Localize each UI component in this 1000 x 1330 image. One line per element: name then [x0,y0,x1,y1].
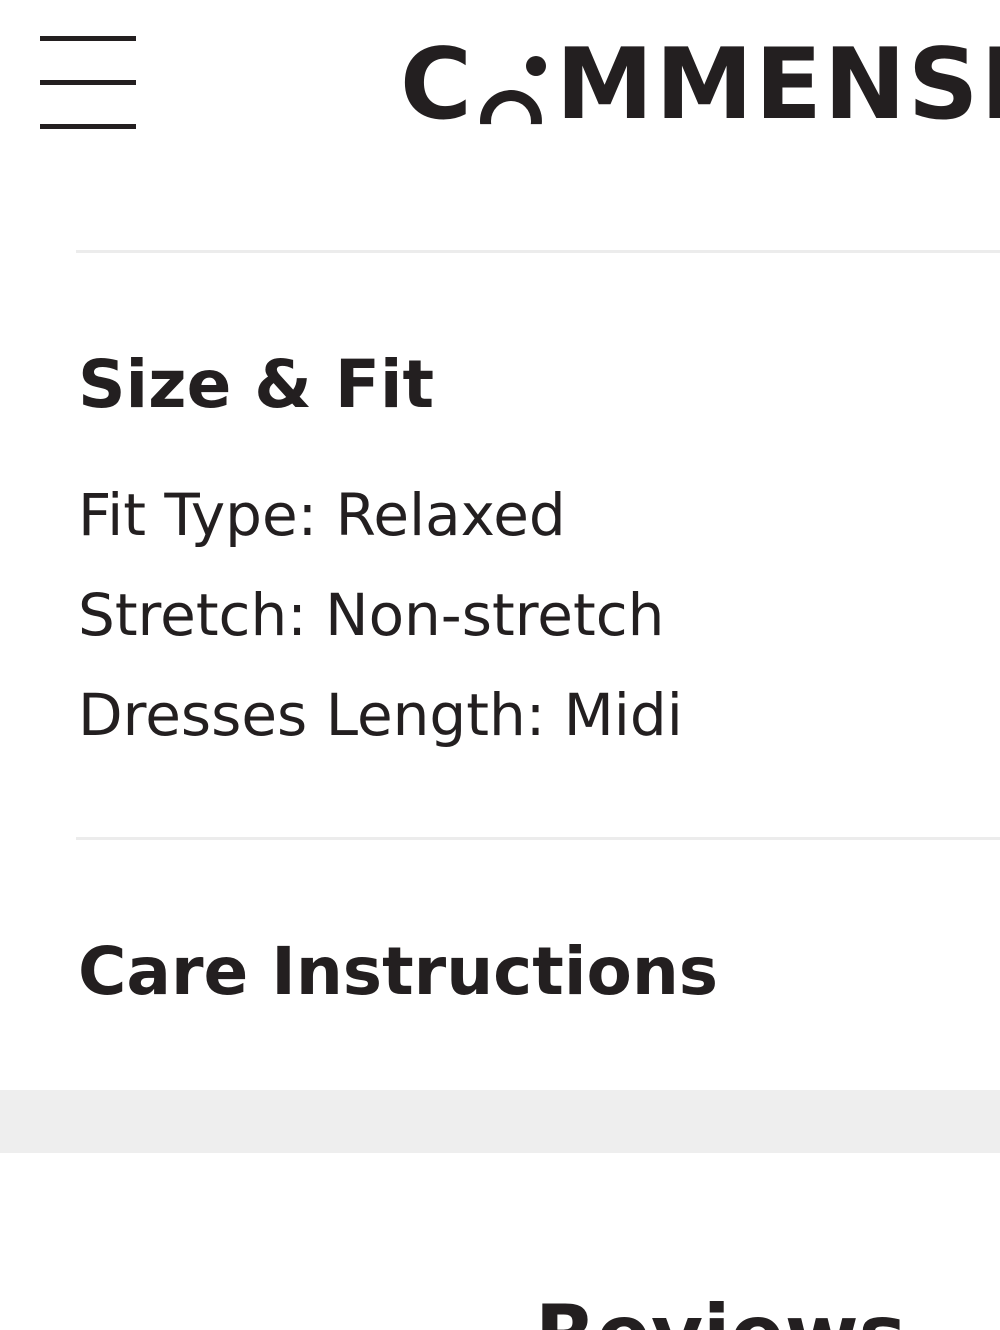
section-divider [76,837,1000,840]
brand-logo[interactable]: C MMENSE [400,30,1000,140]
logo-o-mark-icon [476,50,554,140]
hamburger-menu-icon-bar [40,80,136,85]
dress-length-spec: Dresses Length: Midi [78,681,683,749]
fit-type-spec: Fit Type: Relaxed [78,481,566,549]
site-header: C MMENSE [0,0,1000,160]
section-separator-band [0,1090,1000,1153]
menu-button[interactable] [40,36,136,130]
logo-letters: MMENSE [555,28,1000,142]
hamburger-menu-icon [40,36,136,41]
care-instructions-heading[interactable]: Care Instructions [78,932,718,1012]
product-detail-page: C MMENSE Size & Fit Fit Type: Relaxed St… [0,0,1000,1330]
reviews-heading: Reviews [535,1290,906,1330]
size-fit-heading: Size & Fit [78,346,435,423]
logo-letter-c: C [400,28,474,142]
stretch-spec: Stretch: Non-stretch [78,581,665,649]
section-divider [76,250,1000,253]
hamburger-menu-icon-bar [40,124,136,129]
